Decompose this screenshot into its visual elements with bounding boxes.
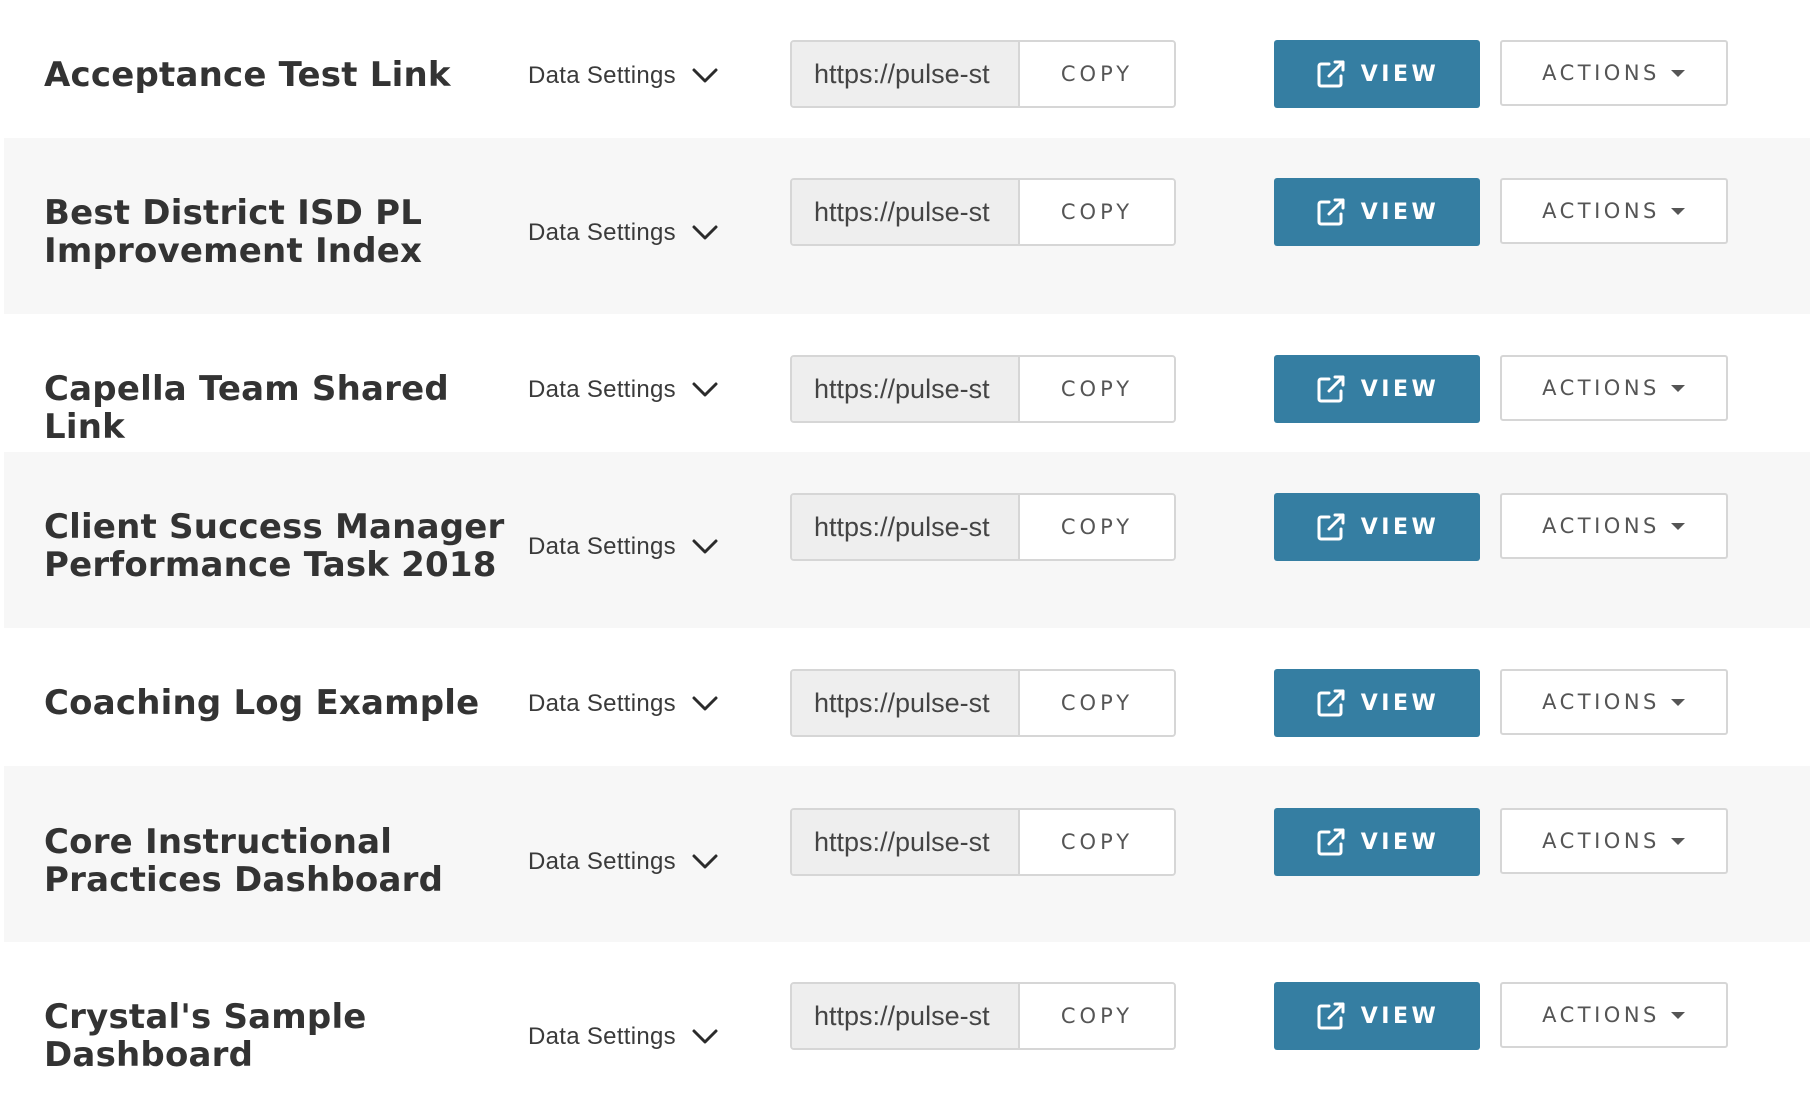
data-settings-toggle[interactable]: Data Settings (528, 370, 720, 410)
view-button-label: VIEW (1360, 514, 1440, 540)
caret-down-icon (1670, 699, 1685, 706)
data-settings-toggle[interactable]: Data Settings (528, 527, 720, 567)
view-button-label: VIEW (1360, 829, 1440, 855)
external-link-icon (1317, 375, 1345, 403)
data-settings-toggle[interactable]: Data Settings (528, 684, 720, 724)
actions-button-label: ACTIONS (1542, 1003, 1660, 1027)
data-settings-label: Data Settings (528, 219, 676, 246)
caret-down-icon (1670, 1012, 1685, 1019)
caret-down-icon (1670, 208, 1685, 215)
data-settings-label: Data Settings (528, 848, 676, 875)
view-button-label: VIEW (1360, 376, 1440, 402)
caret-down-icon (1670, 523, 1685, 530)
chevron-down-icon (692, 539, 718, 554)
share-url-group: https://pulse-st COPY (790, 808, 1176, 876)
actions-dropdown-button[interactable]: ACTIONS (1500, 669, 1728, 735)
data-settings-label: Data Settings (528, 62, 676, 89)
list-item: Coaching Log Example Data Settings https… (4, 628, 1810, 766)
data-settings-toggle[interactable]: Data Settings (528, 213, 720, 253)
actions-button-label: ACTIONS (1542, 61, 1660, 85)
link-title: Core Instructional Practices Dashboard (44, 822, 444, 900)
list-item: Acceptance Test Link Data Settings https… (4, 0, 1810, 138)
view-button[interactable]: VIEW (1274, 808, 1480, 876)
share-url-input[interactable]: https://pulse-st (792, 180, 1020, 244)
copy-button[interactable]: COPY (1020, 180, 1174, 244)
link-title: Coaching Log Example (44, 683, 480, 723)
actions-dropdown-button[interactable]: ACTIONS (1500, 808, 1728, 874)
actions-dropdown-button[interactable]: ACTIONS (1500, 355, 1728, 421)
data-settings-label: Data Settings (528, 1023, 676, 1050)
link-title: Client Success Manager Performance Task … (44, 507, 505, 585)
caret-down-icon (1670, 838, 1685, 845)
view-button-label: VIEW (1360, 61, 1440, 87)
copy-button[interactable]: COPY (1020, 495, 1174, 559)
share-url-group: https://pulse-st COPY (790, 493, 1176, 561)
link-title: Acceptance Test Link (44, 55, 451, 95)
chevron-down-icon (692, 696, 718, 711)
actions-dropdown-button[interactable]: ACTIONS (1500, 40, 1728, 106)
view-button[interactable]: VIEW (1274, 40, 1480, 108)
share-url-input[interactable]: https://pulse-st (792, 357, 1020, 421)
list-item: Crystal's Sample Dashboard Data Settings… (4, 942, 1810, 1106)
data-settings-toggle[interactable]: Data Settings (528, 1017, 720, 1057)
view-button[interactable]: VIEW (1274, 982, 1480, 1050)
actions-button-label: ACTIONS (1542, 514, 1660, 538)
external-link-icon (1317, 513, 1345, 541)
actions-dropdown-button[interactable]: ACTIONS (1500, 178, 1728, 244)
share-url-group: https://pulse-st COPY (790, 355, 1176, 423)
chevron-down-icon (692, 1029, 718, 1044)
view-button[interactable]: VIEW (1274, 669, 1480, 737)
copy-button[interactable]: COPY (1020, 984, 1174, 1048)
external-link-icon (1317, 689, 1345, 717)
share-url-group: https://pulse-st COPY (790, 982, 1176, 1050)
copy-button[interactable]: COPY (1020, 357, 1174, 421)
external-link-icon (1317, 60, 1345, 88)
view-button[interactable]: VIEW (1274, 355, 1480, 423)
actions-dropdown-button[interactable]: ACTIONS (1500, 982, 1728, 1048)
copy-button[interactable]: COPY (1020, 42, 1174, 106)
chevron-down-icon (692, 854, 718, 869)
view-button[interactable]: VIEW (1274, 178, 1480, 246)
caret-down-icon (1670, 70, 1685, 77)
data-settings-toggle[interactable]: Data Settings (528, 842, 720, 882)
share-url-input[interactable]: https://pulse-st (792, 42, 1020, 106)
list-item: Best District ISD PL Improvement Index D… (4, 138, 1810, 314)
list-item: Client Success Manager Performance Task … (4, 452, 1810, 628)
share-url-input[interactable]: https://pulse-st (792, 671, 1020, 735)
actions-button-label: ACTIONS (1542, 199, 1660, 223)
external-link-icon (1317, 828, 1345, 856)
external-link-icon (1317, 198, 1345, 226)
link-title: Capella Team Shared Link (44, 369, 449, 447)
view-button-label: VIEW (1360, 1003, 1440, 1029)
chevron-down-icon (692, 225, 718, 240)
share-url-input[interactable]: https://pulse-st (792, 495, 1020, 559)
external-link-icon (1317, 1002, 1345, 1030)
link-title: Best District ISD PL Improvement Index (44, 193, 423, 271)
view-button[interactable]: VIEW (1274, 493, 1480, 561)
data-settings-label: Data Settings (528, 533, 676, 560)
data-settings-label: Data Settings (528, 376, 676, 403)
share-url-group: https://pulse-st COPY (790, 40, 1176, 108)
actions-button-label: ACTIONS (1542, 690, 1660, 714)
chevron-down-icon (692, 382, 718, 397)
chevron-down-icon (692, 68, 718, 83)
link-title: Crystal's Sample Dashboard (44, 997, 367, 1075)
share-url-input[interactable]: https://pulse-st (792, 984, 1020, 1048)
actions-button-label: ACTIONS (1542, 829, 1660, 853)
share-url-group: https://pulse-st COPY (790, 669, 1176, 737)
data-settings-label: Data Settings (528, 690, 676, 717)
actions-button-label: ACTIONS (1542, 376, 1660, 400)
view-button-label: VIEW (1360, 199, 1440, 225)
actions-dropdown-button[interactable]: ACTIONS (1500, 493, 1728, 559)
caret-down-icon (1670, 385, 1685, 392)
list-item: Core Instructional Practices Dashboard D… (4, 766, 1810, 942)
copy-button[interactable]: COPY (1020, 810, 1174, 874)
data-settings-toggle[interactable]: Data Settings (528, 56, 720, 96)
share-url-input[interactable]: https://pulse-st (792, 810, 1020, 874)
view-button-label: VIEW (1360, 690, 1440, 716)
copy-button[interactable]: COPY (1020, 671, 1174, 735)
share-url-group: https://pulse-st COPY (790, 178, 1176, 246)
list-item: Capella Team Shared Link Data Settings h… (4, 314, 1810, 452)
